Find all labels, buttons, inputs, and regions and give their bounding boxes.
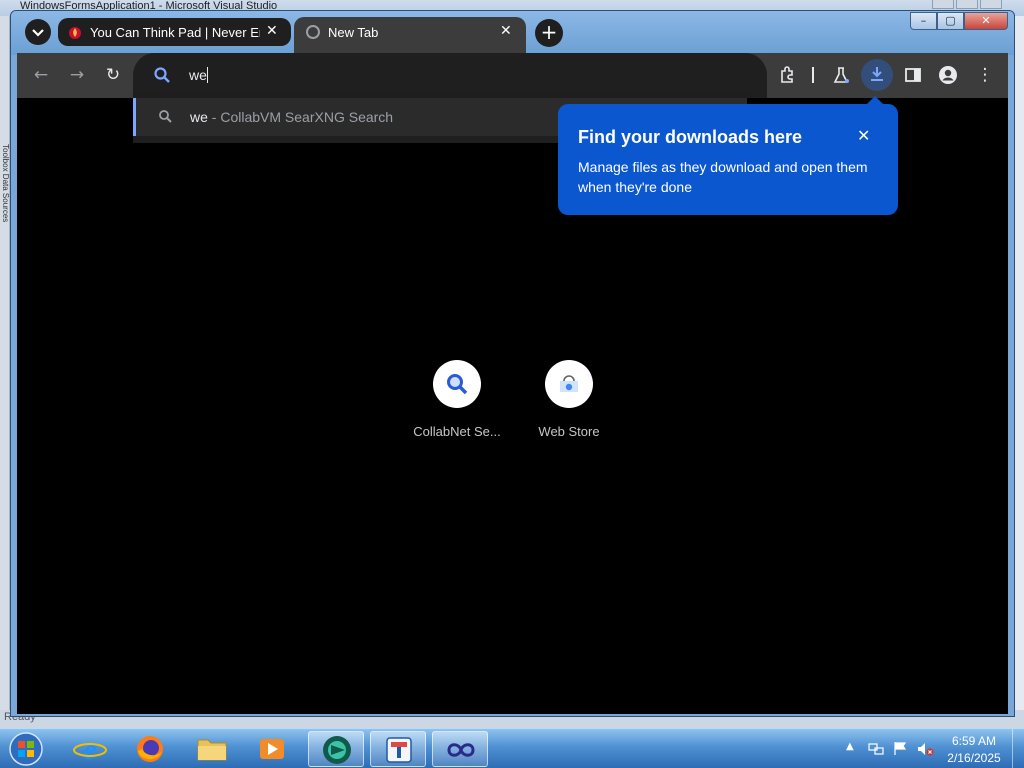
maximize-button[interactable]: ▢ — [937, 12, 964, 30]
browser-window: – ▢ ✕ You Can Think Pad | Never End ✕ Ne… — [10, 10, 1015, 717]
shortcut-label: Web Store — [538, 424, 600, 439]
download-icon — [871, 67, 883, 81]
folder-icon — [197, 739, 227, 761]
network-icon[interactable] — [868, 741, 884, 757]
start-button[interactable] — [4, 731, 48, 767]
tab-title: You Can Think Pad | Never End — [90, 25, 260, 40]
flame-favicon-icon — [69, 27, 81, 39]
taskbar-firefox[interactable] — [122, 731, 178, 767]
address-input[interactable]: we — [189, 67, 208, 83]
show-desktop-button[interactable] — [1012, 729, 1024, 768]
chrome-icon — [323, 736, 351, 764]
taskbar-media-player[interactable] — [244, 731, 300, 767]
search-icon — [159, 110, 172, 123]
vs-window-controls[interactable] — [932, 0, 1002, 10]
bubble-arrow — [867, 96, 883, 104]
clock-date[interactable]: 2/16/2025 — [940, 751, 1008, 765]
back-arrow-icon[interactable]: ← — [31, 65, 51, 85]
svg-text:e: e — [83, 733, 96, 766]
vs-left-toolbar[interactable]: Toolbox Data Sources — [0, 16, 10, 716]
vs-side-label[interactable]: Toolbox Data Sources — [0, 144, 10, 284]
forward-arrow-icon[interactable]: → — [67, 65, 87, 85]
bubble-body: Manage files as they download and open t… — [578, 159, 868, 195]
bubble-title: Find your downloads here — [578, 127, 803, 147]
profile-avatar-icon[interactable] — [938, 65, 958, 85]
taskbar-internet-explorer[interactable]: e — [62, 731, 118, 767]
downloads-button[interactable] — [861, 59, 893, 91]
shortcut-label: CollabNet Se... — [413, 424, 501, 439]
chevron-down-icon — [32, 29, 44, 37]
search-icon — [154, 67, 170, 83]
more-menu-icon[interactable]: ⋮ — [975, 65, 995, 85]
close-tab-icon[interactable]: ✕ — [266, 23, 278, 39]
speaker-muted-icon[interactable] — [916, 741, 934, 757]
shortcut-icon-circle — [545, 360, 593, 408]
taskbar-app-blue-square[interactable] — [370, 731, 426, 767]
action-center-flag-icon[interactable] — [892, 740, 908, 756]
shortcut-collabnet-search[interactable]: CollabNet Se... — [401, 360, 513, 450]
firefox-icon — [137, 736, 163, 762]
minimize-button[interactable]: – — [910, 12, 937, 30]
shortcut-web-store[interactable]: Web Store — [513, 360, 625, 450]
toolbar-divider — [812, 67, 814, 83]
downloads-promo-bubble: Find your downloads here Manage files as… — [558, 96, 898, 215]
shortcut-icon-circle — [433, 360, 481, 408]
media-player-icon — [260, 739, 284, 759]
infinity-icon — [447, 743, 475, 757]
reload-icon[interactable]: ↻ — [103, 65, 123, 85]
taskbar: e ▲ 6:59 AM 2/16/2025 — [0, 728, 1024, 768]
taskbar-file-explorer[interactable] — [184, 731, 240, 767]
windows-logo-icon — [9, 732, 43, 766]
tab-title: New Tab — [328, 25, 379, 40]
extensions-icon[interactable] — [777, 65, 797, 85]
side-panel-icon[interactable] — [903, 65, 923, 85]
tab-new-tab[interactable]: New Tab ✕ — [294, 17, 526, 57]
app-square-icon — [386, 737, 412, 763]
globe-icon — [306, 25, 320, 39]
taskbar-app-infinity[interactable] — [432, 731, 488, 767]
close-tab-icon[interactable]: ✕ — [500, 23, 512, 39]
internet-explorer-icon: e — [73, 733, 107, 766]
web-store-icon — [560, 375, 578, 392]
taskbar-chrome[interactable] — [308, 731, 364, 767]
close-icon[interactable]: ✕ — [857, 126, 870, 145]
tab-search-button[interactable] — [25, 19, 51, 45]
suggestion-text: we - CollabVM SearXNG Search — [190, 109, 394, 125]
tab-you-can-think-pad[interactable]: You Can Think Pad | Never End ✕ — [58, 18, 291, 46]
close-window-button[interactable]: ✕ — [964, 12, 1008, 30]
new-tab-button[interactable]: + — [535, 19, 563, 47]
window-controls: – ▢ ✕ — [910, 12, 1008, 30]
address-bar[interactable]: we — [133, 53, 767, 98]
magnifier-icon — [447, 374, 468, 395]
clock-time[interactable]: 6:59 AM — [944, 734, 1004, 748]
show-hidden-icons-icon[interactable]: ▲ — [846, 741, 854, 752]
browser-toolbar: ← → ↻ we ⋮ — [17, 53, 1008, 98]
labs-flask-icon[interactable] — [831, 65, 851, 85]
